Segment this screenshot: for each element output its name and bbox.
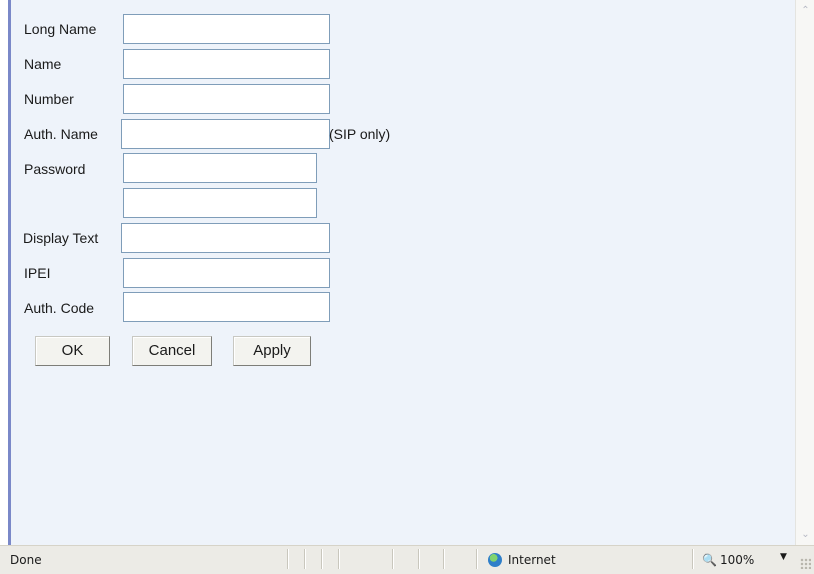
sip-only-note: (SIP only) — [329, 126, 391, 142]
resize-grip-icon[interactable] — [800, 558, 811, 569]
name-input[interactable] — [123, 49, 330, 79]
long-name-input[interactable] — [123, 14, 330, 44]
auth-code-input[interactable] — [123, 292, 330, 322]
password-confirm-input[interactable] — [123, 188, 317, 218]
zoom-icon: 🔍 — [702, 553, 717, 567]
long-name-label: Long Name — [24, 21, 97, 37]
auth-name-label: Auth. Name — [24, 126, 98, 142]
display-text-label: Display Text — [23, 230, 99, 246]
scroll-down-icon[interactable]: ⌄ — [799, 528, 812, 541]
ipei-input[interactable] — [123, 258, 330, 288]
auth-name-input[interactable] — [121, 119, 330, 149]
status-divider — [287, 549, 289, 569]
name-label: Name — [24, 56, 62, 72]
vertical-scrollbar[interactable]: ⌃ ⌄ — [795, 0, 814, 545]
number-input[interactable] — [123, 84, 330, 114]
globe-icon — [488, 553, 502, 567]
status-divider — [338, 549, 340, 569]
status-text: Done — [10, 553, 42, 567]
status-divider — [692, 549, 694, 569]
status-divider — [443, 549, 445, 569]
status-divider — [304, 549, 306, 569]
zone-label: Internet — [508, 553, 556, 567]
cancel-button[interactable]: Cancel — [132, 336, 212, 366]
status-divider — [321, 549, 323, 569]
status-divider — [418, 549, 420, 569]
scroll-up-icon[interactable]: ⌃ — [799, 4, 812, 17]
ok-button[interactable]: OK — [35, 336, 110, 366]
status-divider — [476, 549, 478, 569]
zoom-dropdown-icon[interactable]: ▼ — [780, 552, 787, 562]
window-left-edge — [0, 0, 8, 548]
display-text-input[interactable] — [121, 223, 330, 253]
apply-button[interactable]: Apply — [233, 336, 311, 366]
auth-code-label: Auth. Code — [24, 300, 95, 316]
status-bar: Done Internet 🔍 100% ▼ — [0, 545, 814, 574]
password-label: Password — [24, 161, 86, 177]
security-zone[interactable]: Internet — [488, 551, 556, 569]
status-divider — [392, 549, 394, 569]
password-input[interactable] — [123, 153, 317, 183]
zoom-control[interactable]: 🔍 100% — [702, 551, 754, 569]
zoom-level: 100% — [719, 553, 755, 567]
ipei-label: IPEI — [24, 265, 51, 281]
form-page: Long Name Name Number Auth. Name (SIP on… — [11, 0, 795, 545]
number-label: Number — [24, 91, 74, 107]
